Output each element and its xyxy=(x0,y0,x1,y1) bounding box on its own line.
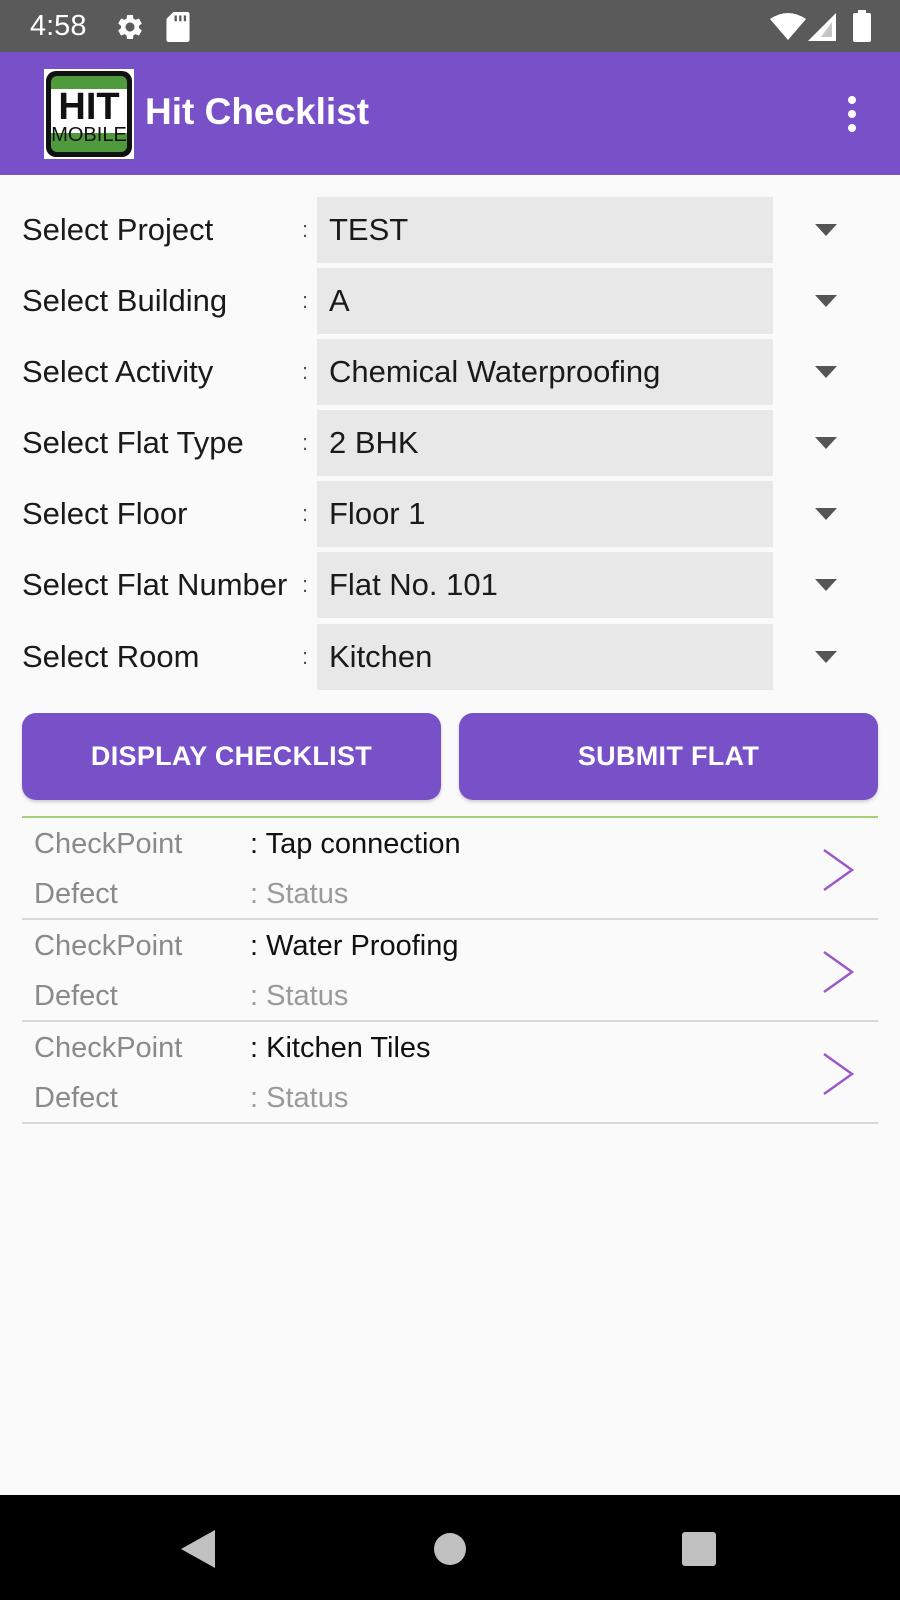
flat-number-select[interactable]: Flat No. 101 xyxy=(317,552,773,618)
defect-label: Defect xyxy=(34,1082,118,1114)
building-label: Select Building xyxy=(22,283,228,318)
back-icon[interactable] xyxy=(181,1530,215,1568)
sd-card-icon xyxy=(166,12,190,47)
checkpoint-label: CheckPoint xyxy=(34,1032,183,1064)
submit-flat-button[interactable]: SUBMIT FLAT xyxy=(459,713,878,800)
project-label: Select Project xyxy=(22,212,214,247)
activity-label: Select Activity xyxy=(22,354,214,389)
floor-label: Select Floor xyxy=(22,496,188,531)
separator: : xyxy=(302,501,309,526)
checkpoint-label: CheckPoint xyxy=(34,828,183,860)
flat-number-select-value: Flat No. 101 xyxy=(329,567,498,602)
floor-select[interactable]: Floor 1 xyxy=(317,481,773,547)
defect-status: : Status xyxy=(250,1082,349,1114)
defect-label: Defect xyxy=(34,878,118,910)
room-label: Select Room xyxy=(22,639,200,674)
status-bar: 4:58 xyxy=(0,0,900,52)
flat-number-label: Select Flat Number xyxy=(22,567,288,602)
chevron-down-icon[interactable] xyxy=(815,366,837,378)
cell-signal-icon xyxy=(808,13,836,46)
logo-text-top: HIT xyxy=(58,86,119,128)
separator: : xyxy=(302,430,309,455)
form-row-flat-number: Select Flat Number : Flat No. 101 xyxy=(0,552,900,618)
room-select-value: Kitchen xyxy=(329,639,433,674)
separator: : xyxy=(302,217,309,242)
wifi-icon xyxy=(770,13,806,46)
form-row-room: Select Room : Kitchen xyxy=(0,624,900,690)
more-vert-icon[interactable] xyxy=(834,92,870,136)
list-divider xyxy=(22,1122,878,1124)
form-row-activity: Select Activity : Chemical Waterproofing xyxy=(0,339,900,405)
recents-icon[interactable] xyxy=(682,1532,716,1566)
form-row-flat-type: Select Flat Type : 2 BHK xyxy=(0,410,900,476)
display-checklist-button[interactable]: DISPLAY CHECKLIST xyxy=(22,713,441,800)
checklist-item[interactable]: CheckPoint : Tap connection Defect : Sta… xyxy=(22,818,878,920)
defect-status: : Status xyxy=(250,878,349,910)
app-logo: HIT MOBILE xyxy=(44,69,134,159)
chevron-down-icon[interactable] xyxy=(815,579,837,591)
navigation-bar xyxy=(0,1495,900,1600)
checkpoint-value: : Water Proofing xyxy=(250,930,459,962)
battery-icon xyxy=(853,10,871,47)
floor-select-value: Floor 1 xyxy=(329,496,426,531)
checklist-item[interactable]: CheckPoint : Water Proofing Defect : Sta… xyxy=(22,920,878,1022)
defect-status: : Status xyxy=(250,980,349,1012)
building-select-value: A xyxy=(329,283,350,318)
chevron-down-icon[interactable] xyxy=(815,295,837,307)
chevron-down-icon[interactable] xyxy=(815,224,837,236)
logo-text-bottom: MOBILE xyxy=(51,124,127,146)
chevron-right-icon[interactable] xyxy=(820,848,856,892)
flat-type-select[interactable]: 2 BHK xyxy=(317,410,773,476)
flat-type-select-value: 2 BHK xyxy=(329,425,419,460)
chevron-down-icon[interactable] xyxy=(815,437,837,449)
activity-select[interactable]: Chemical Waterproofing xyxy=(317,339,773,405)
separator: : xyxy=(302,359,309,384)
form-row-project: Select Project : TEST xyxy=(0,197,900,263)
checkpoint-label: CheckPoint xyxy=(34,930,183,962)
chevron-down-icon[interactable] xyxy=(815,651,837,663)
room-select[interactable]: Kitchen xyxy=(317,624,773,690)
project-select[interactable]: TEST xyxy=(317,197,773,263)
chevron-down-icon[interactable] xyxy=(815,508,837,520)
building-select[interactable]: A xyxy=(317,268,773,334)
checkpoint-value: : Kitchen Tiles xyxy=(250,1032,431,1064)
app-title: Hit Checklist xyxy=(145,91,370,132)
status-time: 4:58 xyxy=(30,10,87,42)
gear-icon xyxy=(115,12,145,47)
project-select-value: TEST xyxy=(329,212,409,247)
chevron-right-icon[interactable] xyxy=(820,950,856,994)
chevron-right-icon[interactable] xyxy=(820,1052,856,1096)
separator: : xyxy=(302,572,309,597)
separator: : xyxy=(302,644,309,669)
checklist-item[interactable]: CheckPoint : Kitchen Tiles Defect : Stat… xyxy=(22,1022,878,1124)
form-row-building: Select Building : A xyxy=(0,268,900,334)
home-icon[interactable] xyxy=(433,1532,467,1566)
separator: : xyxy=(302,288,309,313)
app-bar: HIT MOBILE Hit Checklist xyxy=(0,52,900,175)
flat-type-label: Select Flat Type xyxy=(22,425,244,460)
form-row-floor: Select Floor : Floor 1 xyxy=(0,481,900,547)
defect-label: Defect xyxy=(34,980,118,1012)
checkpoint-value: : Tap connection xyxy=(250,828,461,860)
activity-select-value: Chemical Waterproofing xyxy=(329,354,661,389)
